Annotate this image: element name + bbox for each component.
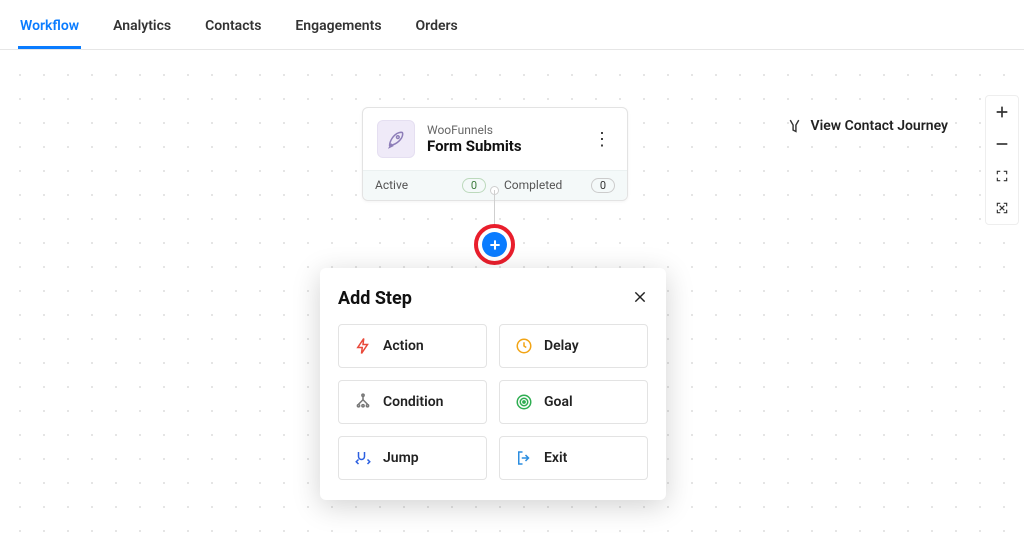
trigger-title-wrap: WooFunnels Form Submits bbox=[427, 123, 579, 155]
fullscreen-button[interactable] bbox=[986, 160, 1018, 192]
branch-icon bbox=[353, 392, 373, 412]
tab-engagements[interactable]: Engagements bbox=[293, 10, 383, 49]
nav-tabs: Workflow Analytics Contacts Engagements … bbox=[0, 0, 1024, 50]
trigger-title: Form Submits bbox=[427, 137, 579, 155]
step-option-exit[interactable]: Exit bbox=[499, 436, 648, 480]
step-option-label: Delay bbox=[544, 338, 579, 354]
filter-icon bbox=[785, 116, 805, 136]
add-step-button[interactable] bbox=[474, 224, 515, 265]
trigger-menu-button[interactable]: ⋮ bbox=[591, 129, 613, 150]
step-option-goal[interactable]: Goal bbox=[499, 380, 648, 424]
step-option-label: Action bbox=[383, 338, 424, 354]
bolt-icon bbox=[353, 336, 373, 356]
rocket-icon bbox=[377, 120, 415, 158]
step-option-condition[interactable]: Condition bbox=[338, 380, 487, 424]
step-option-label: Condition bbox=[383, 394, 444, 410]
trigger-source: WooFunnels bbox=[427, 123, 579, 137]
workflow-canvas: View Contact Journey WooFunnels Form Sub… bbox=[0, 55, 1024, 539]
stat-active-value: 0 bbox=[462, 178, 486, 193]
trigger-body: WooFunnels Form Submits ⋮ bbox=[363, 108, 627, 170]
step-option-label: Jump bbox=[383, 450, 419, 466]
clock-icon bbox=[514, 336, 534, 356]
plus-icon bbox=[482, 232, 507, 257]
popover-close-button[interactable] bbox=[632, 286, 648, 310]
zoom-out-button[interactable] bbox=[986, 128, 1018, 160]
add-step-popover: Add Step Action Delay bbox=[320, 268, 666, 500]
view-journey-label: View Contact Journey bbox=[811, 118, 948, 134]
jump-icon bbox=[353, 448, 373, 468]
step-option-action[interactable]: Action bbox=[338, 324, 487, 368]
tab-analytics[interactable]: Analytics bbox=[111, 10, 173, 49]
trigger-stats: Active 0 Completed 0 bbox=[363, 170, 627, 200]
stat-active-label: Active bbox=[375, 178, 462, 193]
zoom-in-button[interactable] bbox=[986, 96, 1018, 128]
tab-orders[interactable]: Orders bbox=[414, 10, 460, 49]
fit-view-button[interactable] bbox=[986, 192, 1018, 224]
stat-completed-label: Completed bbox=[504, 178, 591, 193]
tab-contacts[interactable]: Contacts bbox=[203, 10, 263, 49]
exit-icon bbox=[514, 448, 534, 468]
tab-workflow[interactable]: Workflow bbox=[18, 10, 81, 49]
step-option-label: Exit bbox=[544, 450, 567, 466]
target-icon bbox=[514, 392, 534, 412]
popover-title: Add Step bbox=[338, 288, 412, 309]
step-option-delay[interactable]: Delay bbox=[499, 324, 648, 368]
stat-completed-value: 0 bbox=[591, 178, 615, 193]
canvas-controls bbox=[985, 95, 1019, 225]
step-option-label: Goal bbox=[544, 394, 573, 410]
view-contact-journey-button[interactable]: View Contact Journey bbox=[779, 110, 954, 142]
step-option-jump[interactable]: Jump bbox=[338, 436, 487, 480]
